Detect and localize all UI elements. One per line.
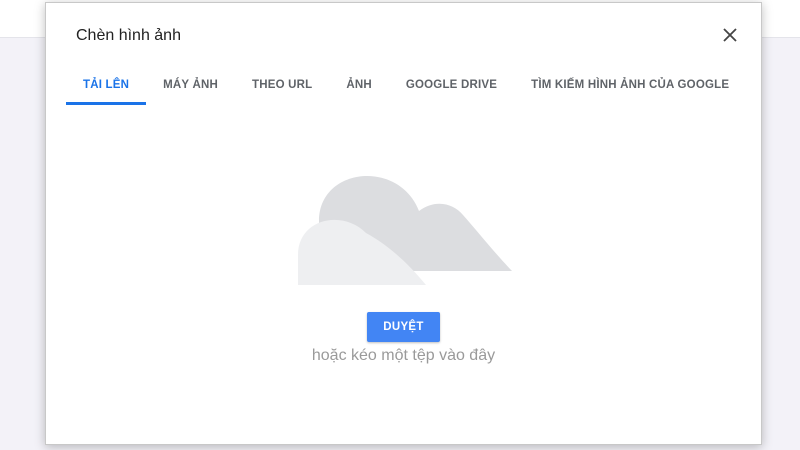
tab-google-image-search[interactable]: TÌM KIẾM HÌNH ẢNH CỦA GOOGLE xyxy=(514,65,746,105)
tab-photos[interactable]: ẢNH xyxy=(329,65,389,105)
cloud-icon xyxy=(298,175,512,285)
dialog-title: Chèn hình ảnh xyxy=(76,27,181,44)
tab-camera[interactable]: MÁY ẢNH xyxy=(146,65,235,105)
close-icon xyxy=(723,28,737,42)
tab-by-url[interactable]: THEO URL xyxy=(235,65,329,105)
drop-hint-text: hoặc kéo một tệp vào đây xyxy=(311,347,496,364)
tab-google-drive[interactable]: GOOGLE DRIVE xyxy=(389,65,514,105)
insert-image-dialog: Chèn hình ảnh TẢI LÊN MÁY ẢNH THEO URL Ả… xyxy=(45,2,762,445)
close-button[interactable] xyxy=(718,23,742,47)
browse-button[interactable]: DUYỆT xyxy=(367,312,440,342)
tab-upload[interactable]: TẢI LÊN xyxy=(66,65,147,105)
tab-bar: TẢI LÊN MÁY ẢNH THEO URL ẢNH GOOGLE DRIV… xyxy=(66,65,746,107)
